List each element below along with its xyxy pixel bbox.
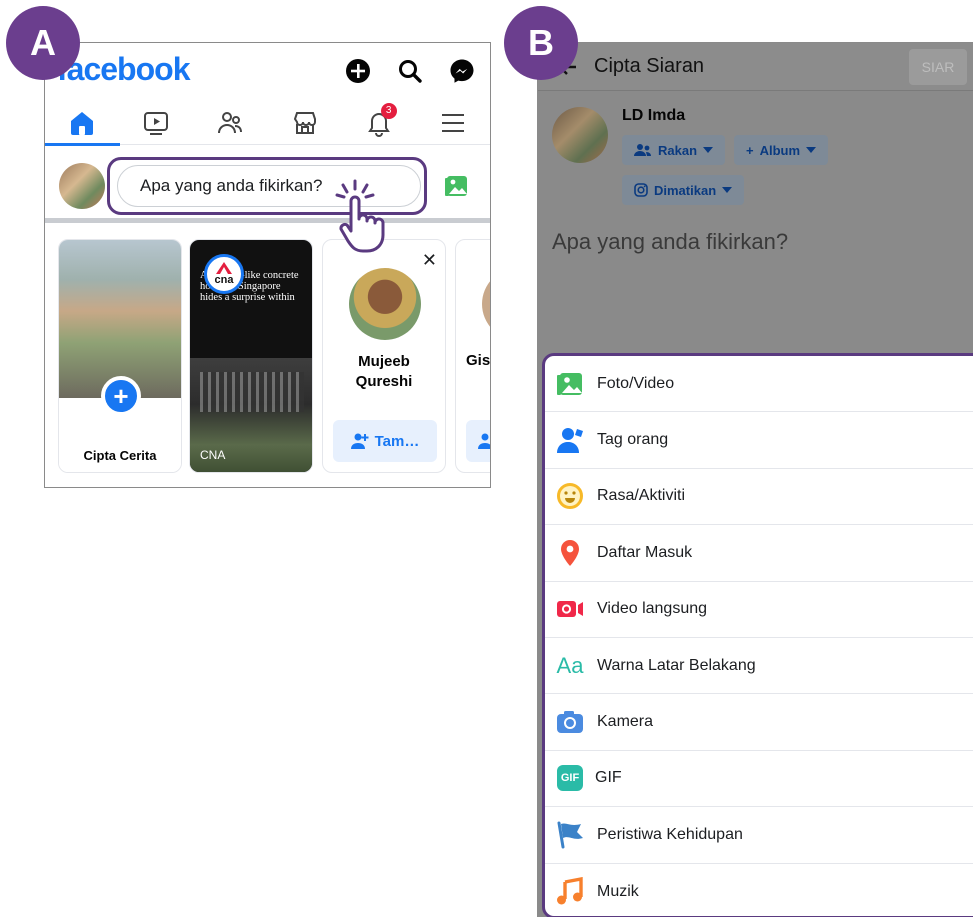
video-icon <box>144 111 169 135</box>
location-pin-icon <box>561 539 579 566</box>
live-video-icon <box>557 601 583 618</box>
menu-item-live-video[interactable]: Video langsung <box>545 582 973 638</box>
avatar <box>552 107 608 163</box>
audience-selector[interactable]: Rakan <box>622 135 726 165</box>
caret-down-icon <box>703 147 714 153</box>
post-options-menu: Foto/Video Tag orang Rasa/Aktiviti Dafta… <box>542 353 973 917</box>
page-title: Cipta Siaran <box>594 55 705 77</box>
add-friend-icon <box>478 433 490 449</box>
menu-item-music[interactable]: Muzik <box>545 864 973 916</box>
menu-item-camera[interactable]: Kamera <box>545 694 973 751</box>
stories-carousel: + Cipta Cerita A fortress-like concrete … <box>45 239 490 479</box>
photo-icon <box>557 372 582 395</box>
story-label: CNA <box>200 448 226 462</box>
gif-icon: GIF <box>557 765 583 792</box>
friends-icon <box>634 144 651 156</box>
home-icon <box>71 111 94 135</box>
tab-marketplace[interactable] <box>279 101 331 145</box>
people-suggestion-card[interactable]: Giss <box>455 239 491 473</box>
camera-icon <box>557 711 583 734</box>
people-suggestion-card[interactable]: ✕ Mujeeb Qureshi Tam… <box>322 239 446 473</box>
notification-count-badge: 3 <box>380 102 397 119</box>
friends-icon <box>218 111 243 133</box>
create-icon[interactable] <box>344 57 372 85</box>
cna-logo: cna <box>204 254 244 294</box>
messenger-icon[interactable] <box>448 57 476 85</box>
tab-friends[interactable] <box>204 101 256 145</box>
add-friend-button[interactable] <box>466 420 490 462</box>
story-label: Cipta Cerita <box>83 448 157 463</box>
menu-item-tag-people[interactable]: Tag orang <box>545 412 973 469</box>
menu-item-gif[interactable]: GIF GIF <box>545 751 973 808</box>
search-icon[interactable] <box>396 57 424 85</box>
menu-item-check-in[interactable]: Daftar Masuk <box>545 525 973 582</box>
person-name: Giss <box>466 352 491 369</box>
step-badge-b: B <box>504 6 578 80</box>
avatar <box>482 268 490 340</box>
post-text-input[interactable]: Apa yang anda fikirkan? <box>552 229 788 255</box>
instagram-share-selector[interactable]: Dimatikan <box>622 175 745 205</box>
tab-menu[interactable] <box>427 101 479 145</box>
avatar <box>349 268 421 340</box>
cna-story-card[interactable]: A fortress-like concrete house in Singap… <box>189 239 313 473</box>
album-selector[interactable]: + Album <box>734 135 829 165</box>
tag-people-icon <box>557 428 583 454</box>
menu-item-photo-video[interactable]: Foto/Video <box>545 356 973 413</box>
add-friend-icon <box>350 433 369 449</box>
plus-icon: + <box>746 142 754 158</box>
tab-home[interactable] <box>45 101 121 146</box>
instagram-icon <box>634 183 648 197</box>
facebook-home-panel: facebook 3 Apa yang anda fikirkan? + Cip… <box>44 42 491 488</box>
hamburger-menu-icon <box>441 113 464 132</box>
avatar[interactable] <box>59 163 105 209</box>
composer-row: Apa yang anda fikirkan? <box>45 147 490 223</box>
create-post-panel: Cipta Siaran SIAR LD Imda Rakan + Album … <box>537 42 973 917</box>
create-post-header: Cipta Siaran SIAR <box>538 43 973 91</box>
add-friend-button[interactable]: Tam… <box>333 420 437 462</box>
close-icon[interactable]: ✕ <box>422 250 437 271</box>
tab-notifications[interactable]: 3 <box>353 101 405 145</box>
text-color-icon: Aa <box>556 652 584 678</box>
tab-watch[interactable] <box>130 101 182 145</box>
caret-down-icon <box>806 147 817 153</box>
add-story-icon[interactable]: + <box>101 376 141 416</box>
post-button[interactable]: SIAR <box>909 49 967 85</box>
marketplace-icon <box>293 111 316 134</box>
top-actions <box>344 57 476 85</box>
menu-item-background-color[interactable]: Aa Warna Latar Belakang <box>545 638 973 695</box>
menu-item-feeling-activity[interactable]: Rasa/Aktiviti <box>545 469 973 526</box>
caret-down-icon <box>722 187 733 193</box>
menu-item-life-event[interactable]: Peristiwa Kehidupan <box>545 807 973 864</box>
photo-icon[interactable] <box>443 173 469 199</box>
story-photo <box>59 240 181 398</box>
create-story-card[interactable]: + Cipta Cerita <box>58 239 182 473</box>
flag-icon <box>557 821 583 849</box>
music-note-icon <box>557 876 583 905</box>
user-name: LD Imda <box>622 107 686 124</box>
nav-tabs: 3 <box>45 101 490 146</box>
tutorial-figure: A B facebook 3 Apa yang anda fikirkan? +… <box>0 0 973 917</box>
person-name: Mujeeb Qureshi <box>355 353 413 390</box>
smiley-icon <box>557 483 583 510</box>
step-badge-a: A <box>6 6 80 80</box>
pointer-hand-icon <box>335 179 385 253</box>
